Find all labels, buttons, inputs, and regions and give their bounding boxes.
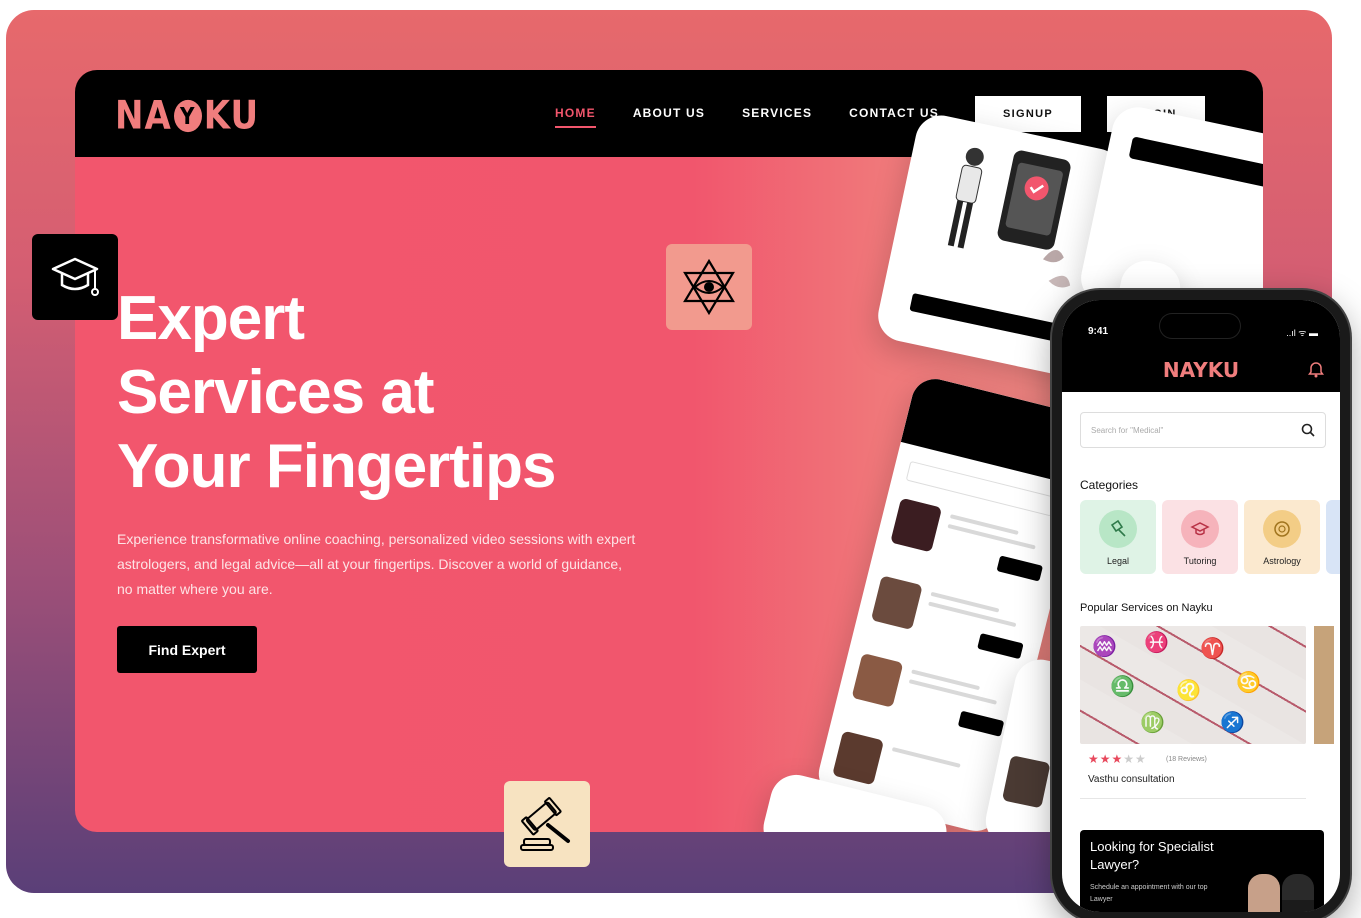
mock-line	[891, 747, 961, 768]
find-expert-button[interactable]: Find Expert	[117, 626, 257, 673]
dynamic-island	[1160, 314, 1240, 338]
phone-app-header: 9:41 ..ıl ᯤ ▬ NAYKU	[1062, 300, 1340, 392]
category-legal[interactable]: Legal	[1080, 500, 1156, 574]
tutoring-category-icon	[1181, 510, 1219, 548]
hero-title-line-2: Services at	[117, 358, 434, 427]
astrology-category-icon	[1263, 510, 1301, 548]
search-icon[interactable]	[1301, 423, 1315, 437]
lawyer-photo-male	[1282, 874, 1314, 912]
category-label: Tutoring	[1183, 556, 1217, 566]
graduation-cap-icon	[51, 257, 99, 296]
zodiac-tiles-image[interactable]: ♒ ♓ ♈ ♎ ♌ ♋ ♍ ♐	[1080, 626, 1306, 744]
nav-home[interactable]: HOME	[555, 106, 596, 128]
status-signal-icons: ..ıl ᯤ ▬	[1286, 328, 1318, 338]
phone-screen: 9:41 ..ıl ᯤ ▬ NAYKU Search for "Medical"…	[1062, 300, 1340, 912]
phone-logo-y: Y	[1193, 358, 1208, 382]
gavel-icon	[520, 797, 570, 851]
phone-nayku-logo: NAYKU	[1062, 358, 1340, 382]
phone-logo-left: NA	[1162, 358, 1194, 382]
nav-services[interactable]: SERVICES	[742, 106, 812, 120]
mock-book-tag	[996, 555, 1044, 582]
mock-avatar	[890, 497, 943, 553]
mock-book-tag	[957, 710, 1005, 737]
astrology-star-tile	[666, 244, 752, 330]
phone-logo-right: KU	[1207, 358, 1240, 382]
logo-y-badge: Y	[173, 99, 202, 133]
nav-about-us[interactable]: ABOUT US	[633, 106, 705, 120]
lawyer-photo-female	[1248, 874, 1280, 912]
categories-row: Legal Tutoring Astrology	[1080, 500, 1340, 574]
status-time: 9:41	[1088, 326, 1109, 337]
phone-search-bar[interactable]: Search for "Medical"	[1080, 412, 1326, 448]
category-astrology[interactable]: Astrology	[1244, 500, 1320, 574]
rating-stars: ★★★★★	[1088, 752, 1147, 766]
popular-services-heading: Popular Services on Nayku	[1080, 602, 1213, 614]
hero-title: Expert Services at Your Fingertips	[117, 282, 557, 504]
mock-avatar	[1001, 755, 1051, 809]
hero-title-line-1: Expert	[117, 284, 305, 353]
graduation-cap-tile	[32, 234, 118, 320]
mock-avatar	[870, 575, 923, 631]
hero-description: Experience transformative online coachin…	[117, 531, 636, 597]
category-label: Astrology	[1263, 556, 1301, 566]
logo-text-right: KU	[203, 93, 260, 139]
mock-schedule-tag	[977, 632, 1024, 660]
hero-title-line-3: Your Fingertips	[117, 432, 557, 501]
mock-list-row	[848, 652, 1018, 750]
star-of-david-eye-icon	[683, 258, 735, 316]
notification-bell-icon[interactable]	[1308, 360, 1324, 378]
category-tutoring[interactable]: Tutoring	[1162, 500, 1238, 574]
promo-subtitle: Schedule an appointment with our top Law…	[1090, 884, 1208, 903]
category-label: Legal	[1106, 556, 1130, 566]
mock-list-row	[887, 497, 1057, 595]
mock-avatar	[851, 652, 904, 708]
divider	[1080, 798, 1306, 799]
review-count: (18 Reviews)	[1166, 756, 1207, 763]
promo-title: Looking for Specialist Lawyer?	[1090, 839, 1214, 872]
nav-links: HOME ABOUT US SERVICES CONTACT US	[555, 106, 939, 128]
nav-contact-us[interactable]: CONTACT US	[849, 106, 939, 120]
next-service-image-partial[interactable]	[1314, 626, 1334, 744]
logo-text-left: NA	[115, 93, 172, 139]
mock-list-row	[867, 575, 1037, 672]
service-name[interactable]: Vasthu consultation	[1088, 774, 1175, 785]
phone-mockup: 9:41 ..ıl ᯤ ▬ NAYKU Search for "Medical"…	[1052, 290, 1350, 918]
top-navbar: NA Y KU HOME ABOUT US SERVICES CONTACT U…	[75, 70, 1263, 157]
lawyer-promo-banner[interactable]: Looking for Specialist Lawyer? Schedule …	[1080, 830, 1324, 912]
legal-category-icon	[1099, 510, 1137, 548]
categories-heading: Categories	[1080, 478, 1139, 492]
category-more-partial[interactable]	[1326, 500, 1340, 574]
legal-gavel-tile	[504, 781, 590, 867]
ok-button-mock	[1128, 136, 1263, 190]
nayku-logo[interactable]: NA Y KU	[115, 93, 259, 139]
mock-avatar	[832, 730, 885, 786]
phone-search-input[interactable]: Search for "Medical"	[1091, 426, 1301, 435]
